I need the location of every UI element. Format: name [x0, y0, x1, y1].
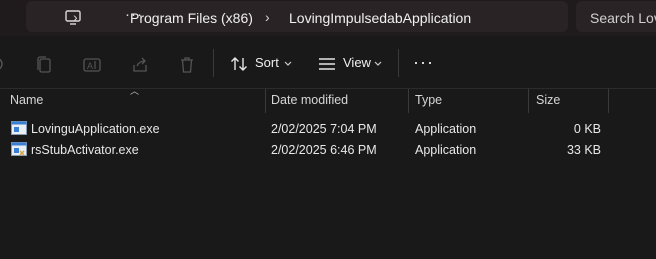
rename-icon[interactable]: A: [83, 56, 101, 74]
toolbar-divider: [398, 49, 399, 77]
address-bar: › ··· Program Files (x86) › LovingImpuls…: [0, 0, 656, 36]
file-date-modified: 2/02/2025 7:04 PM: [271, 122, 377, 136]
breadcrumb-item-program-files[interactable]: Program Files (x86): [130, 10, 253, 26]
file-name[interactable]: rsStubActivator.exe: [31, 143, 139, 157]
file-type: Application: [415, 143, 477, 157]
delete-icon[interactable]: [179, 56, 195, 74]
more-options-button[interactable]: ···: [413, 52, 434, 73]
column-header-date-modified[interactable]: Date modified: [271, 93, 348, 107]
application-file-icon: [11, 142, 27, 156]
sort-icon[interactable]: [230, 56, 248, 72]
chevron-down-icon[interactable]: [374, 61, 382, 67]
column-divider[interactable]: [528, 89, 529, 113]
column-divider[interactable]: [408, 89, 409, 113]
svg-text:A: A: [87, 61, 93, 71]
file-row[interactable]: rsStubActivator.exe 2/02/2025 6:46 PM Ap…: [0, 140, 656, 161]
column-divider[interactable]: [265, 89, 266, 113]
file-size: 33 KB: [566, 143, 601, 157]
chevron-right-icon[interactable]: ›: [73, 9, 78, 25]
file-type: Application: [415, 122, 477, 136]
toolbar-divider: [213, 49, 214, 77]
share-icon[interactable]: [131, 56, 149, 74]
file-row[interactable]: LovinguApplication.exe 2/02/2025 7:04 PM…: [0, 119, 656, 140]
chevron-right-icon[interactable]: ›: [265, 9, 270, 25]
column-header-type[interactable]: Type: [415, 93, 442, 107]
search-placeholder: Search Lov: [590, 10, 656, 26]
file-name[interactable]: LovinguApplication.exe: [31, 122, 160, 136]
sort-button[interactable]: Sort: [255, 55, 279, 70]
breadcrumb[interactable]: › ··· Program Files (x86) › LovingImpuls…: [26, 1, 568, 32]
breadcrumb-item-current-folder[interactable]: LovingImpulsedabApplication: [289, 10, 471, 26]
command-bar: A Sort View ···: [0, 36, 656, 89]
sort-ascending-icon: ︿: [130, 86, 140, 96]
column-header-size[interactable]: Size: [536, 93, 560, 107]
view-button[interactable]: View: [343, 55, 371, 70]
application-file-icon: [11, 121, 27, 135]
file-size: 0 KB: [573, 122, 601, 136]
file-date-modified: 2/02/2025 6:46 PM: [271, 143, 377, 157]
copy-icon[interactable]: [36, 56, 52, 74]
search-input[interactable]: Search Lov: [576, 1, 656, 32]
column-divider[interactable]: [608, 89, 609, 113]
view-icon[interactable]: [318, 57, 336, 71]
column-header-name[interactable]: Name: [10, 93, 43, 107]
new-icon[interactable]: [0, 56, 4, 72]
chevron-down-icon[interactable]: [284, 61, 292, 67]
